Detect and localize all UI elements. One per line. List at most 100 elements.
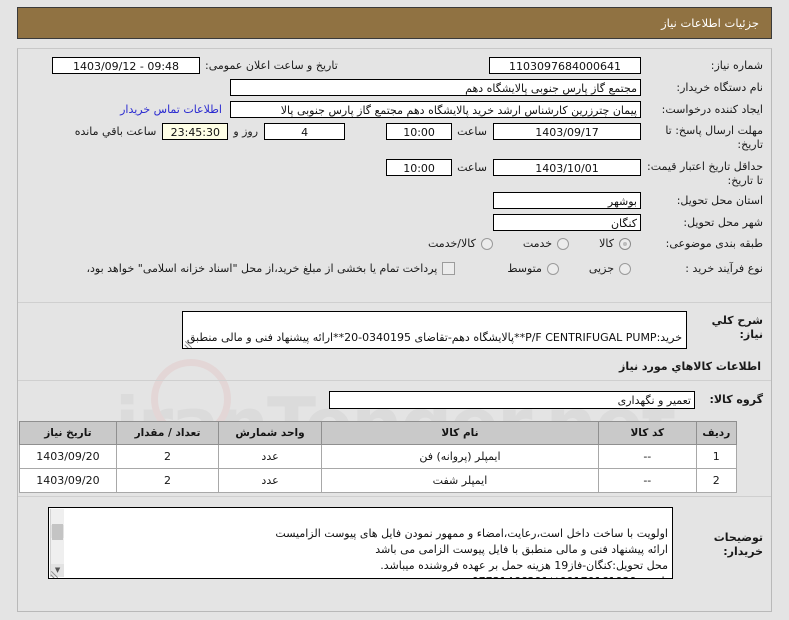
- row-city: شهر محل تحویل: کنگان: [23, 214, 763, 231]
- radio-category-goods-service-icon[interactable]: [480, 237, 493, 250]
- radio-process-medium[interactable]: متوسط: [507, 262, 559, 275]
- page-title: جزئیات اطلاعات نیاز: [661, 16, 759, 30]
- cell-date: 1403/09/20: [19, 468, 117, 493]
- summary-text: خرید:P/F CENTRIFUGAL PUMP**پالایشگاه دهم…: [186, 330, 682, 348]
- radio-category-goods-label: کالا: [599, 237, 614, 251]
- th-unit: واحد شمارش: [218, 421, 322, 445]
- city-label: شهر محل تحویل:: [683, 215, 763, 229]
- general-info-section: شماره نیاز: 1103097684000641 تاریخ و ساع…: [18, 49, 771, 302]
- requester-label: ایجاد کننده درخواست:: [661, 102, 763, 116]
- buyer-org-label: نام دستگاه خریدار:: [676, 80, 763, 94]
- th-qty: تعداد / مقدار: [115, 421, 220, 445]
- th-name: نام کالا: [320, 421, 600, 445]
- radio-category-service[interactable]: خدمت: [522, 237, 570, 251]
- row-purchase-process: نوع فرآیند خرید : جزیی متوسط پرداخت تمام…: [23, 262, 763, 276]
- subject-category-label: طبقه بندی موضوعی:: [665, 237, 763, 250]
- requester-field: پیمان چترزرین کارشناس ارشد خرید پالایشگا…: [230, 101, 641, 118]
- countdown-field: 23:45:30: [162, 123, 229, 140]
- summary-textarea[interactable]: خرید:P/F CENTRIFUGAL PUMP**پالایشگاه دهم…: [182, 311, 687, 349]
- resize-grip-icon[interactable]: [50, 568, 59, 578]
- row-response-deadline: مهلت ارسال پاسخ: تا تاریخ: 1403/09/17 سا…: [23, 123, 763, 152]
- remaining-days-field: 4: [264, 123, 346, 140]
- divider-1: [18, 302, 771, 303]
- th-row: ردیف: [695, 421, 738, 445]
- row-goods-group: گروه کالا: تعمیر و نگهداری: [23, 391, 763, 409]
- cell-unit: عدد: [218, 468, 322, 493]
- resize-grip-icon[interactable]: [184, 338, 193, 348]
- province-label: استان محل تحویل:: [676, 193, 763, 207]
- row-buyer-org: نام دستگاه خریدار: مجتمع گاز پارس جنوبی …: [23, 79, 763, 96]
- remaining-days-suffix: روز و: [233, 125, 259, 138]
- checkbox-treasury-docs-icon[interactable]: [442, 262, 456, 276]
- page-header: جزئیات اطلاعات نیاز: [17, 7, 772, 39]
- need-number-field: 1103097684000641: [489, 57, 641, 74]
- row-summary: شرح كلي نياز: خرید:P/F CENTRIFUGAL PUMP*…: [23, 311, 763, 349]
- buyer-notes-textarea[interactable]: اولویت با ساخت داخل است،رعایت،امضاء و مم…: [48, 507, 673, 579]
- th-code: کد کالا: [598, 421, 697, 445]
- response-deadline-date-field: 1403/09/17: [493, 123, 641, 140]
- countdown-suffix: ساعت باقي مانده: [74, 125, 157, 138]
- table-row: 1 -- ایمپلر (پروانه) فن عدد 2 1403/09/20: [19, 444, 738, 469]
- province-field: بوشهر: [493, 192, 641, 209]
- radio-process-medium-icon[interactable]: [546, 262, 559, 275]
- announce-datetime-field: 09:48 - 1403/09/12: [52, 57, 200, 74]
- announce-datetime-label: تاریخ و ساعت اعلان عمومی:: [205, 58, 338, 72]
- checkbox-treasury-docs-label: پرداخت تمام یا بخشی از مبلغ خرید،از محل …: [86, 262, 438, 276]
- radio-process-minor-icon[interactable]: [619, 262, 631, 275]
- scrollbar-thumb[interactable]: [52, 524, 63, 540]
- buyer-notes-label: توضیحات خریدار:: [713, 531, 763, 558]
- radio-process-minor-label: جزیی: [588, 262, 614, 276]
- cell-code: --: [598, 468, 697, 493]
- table-row: 2 -- ایمپلر شفت عدد 2 1403/09/20: [19, 468, 738, 493]
- cell-qty: 2: [115, 444, 220, 469]
- goods-group-field: تعمیر و نگهداری: [329, 391, 695, 409]
- need-number-label: شماره نیاز:: [710, 58, 763, 72]
- cell-row: 1: [695, 444, 738, 469]
- radio-category-goods-service[interactable]: کالا/خدمت: [428, 237, 493, 250]
- buyer-org-field: مجتمع گاز پارس جنوبی پالایشگاه دهم: [230, 79, 641, 96]
- purchase-process-label: نوع فرآیند خرید :: [685, 262, 763, 275]
- row-province: استان محل تحویل: بوشهر: [23, 192, 763, 209]
- cell-date: 1403/09/20: [19, 444, 117, 469]
- details-panel: iranTender.net شماره نیاز: 1103097684000…: [17, 48, 772, 612]
- row-need-number: شماره نیاز: 1103097684000641 تاریخ و ساع…: [23, 57, 763, 74]
- radio-process-minor[interactable]: جزیی: [589, 262, 631, 275]
- goods-section-title: اطلاعات كالاهاي مورد نياز: [619, 360, 761, 373]
- row-buyer-notes: توضیحات خریدار: اولویت با ساخت داخل است،…: [23, 507, 763, 579]
- buyer-contact-link[interactable]: اطلاعات تماس خریدار: [120, 103, 222, 116]
- summary-label: شرح كلي نياز:: [711, 314, 763, 341]
- row-price-validity: حداقل تاریخ اعتبار قیمت: تا تاریخ: 1403/…: [23, 159, 763, 188]
- row-requester: ایجاد کننده درخواست: پیمان چترزرین کارشن…: [23, 101, 763, 118]
- row-subject-category: طبقه بندی موضوعی: کالا خدمت کالا/خدمت: [23, 237, 763, 251]
- cell-row: 2: [695, 468, 738, 493]
- radio-category-service-label: خدمت: [522, 237, 553, 251]
- price-validity-date-field: 1403/10/01: [493, 159, 641, 176]
- th-date: تاریخ نیاز: [19, 421, 117, 445]
- response-deadline-label: مهلت ارسال پاسخ: تا تاریخ:: [665, 124, 763, 151]
- price-validity-label: حداقل تاریخ اعتبار قیمت: تا تاریخ:: [647, 160, 763, 187]
- price-validity-time-field: 10:00: [386, 159, 453, 176]
- cell-qty: 2: [115, 468, 220, 493]
- radio-category-service-icon[interactable]: [557, 237, 570, 250]
- radio-category-goods-service-label: کالا/خدمت: [428, 237, 476, 251]
- cell-unit: عدد: [218, 444, 322, 469]
- goods-table: ردیف کد کالا نام کالا واحد شمارش تعداد /…: [19, 421, 738, 493]
- radio-category-goods[interactable]: کالا: [599, 237, 631, 250]
- price-validity-time-label: ساعت: [457, 161, 487, 174]
- city-field: کنگان: [493, 214, 641, 231]
- table-header-row: ردیف کد کالا نام کالا واحد شمارش تعداد /…: [19, 421, 738, 445]
- cell-name: ایمپلر (پروانه) فن: [320, 444, 600, 469]
- divider-3: [18, 496, 771, 497]
- divider-2: [18, 380, 771, 381]
- radio-category-goods-icon[interactable]: [619, 237, 631, 250]
- cell-name: ایمپلر شفت: [320, 468, 600, 493]
- response-deadline-time-label: ساعت: [457, 125, 487, 138]
- buyer-notes-text: اولویت با ساخت داخل است،رعایت،امضاء و مم…: [275, 526, 668, 578]
- goods-group-label: گروه کالا:: [709, 393, 763, 407]
- radio-process-medium-label: متوسط: [507, 262, 542, 276]
- checkbox-treasury-docs[interactable]: پرداخت تمام یا بخشی از مبلغ خرید،از محل …: [86, 262, 456, 276]
- response-deadline-time-field: 10:00: [386, 123, 453, 140]
- notes-scrollbar[interactable]: ▲ ▼: [50, 509, 64, 577]
- page-root: جزئیات اطلاعات نیاز iranTender.net شماره…: [0, 0, 789, 620]
- cell-code: --: [598, 444, 697, 469]
